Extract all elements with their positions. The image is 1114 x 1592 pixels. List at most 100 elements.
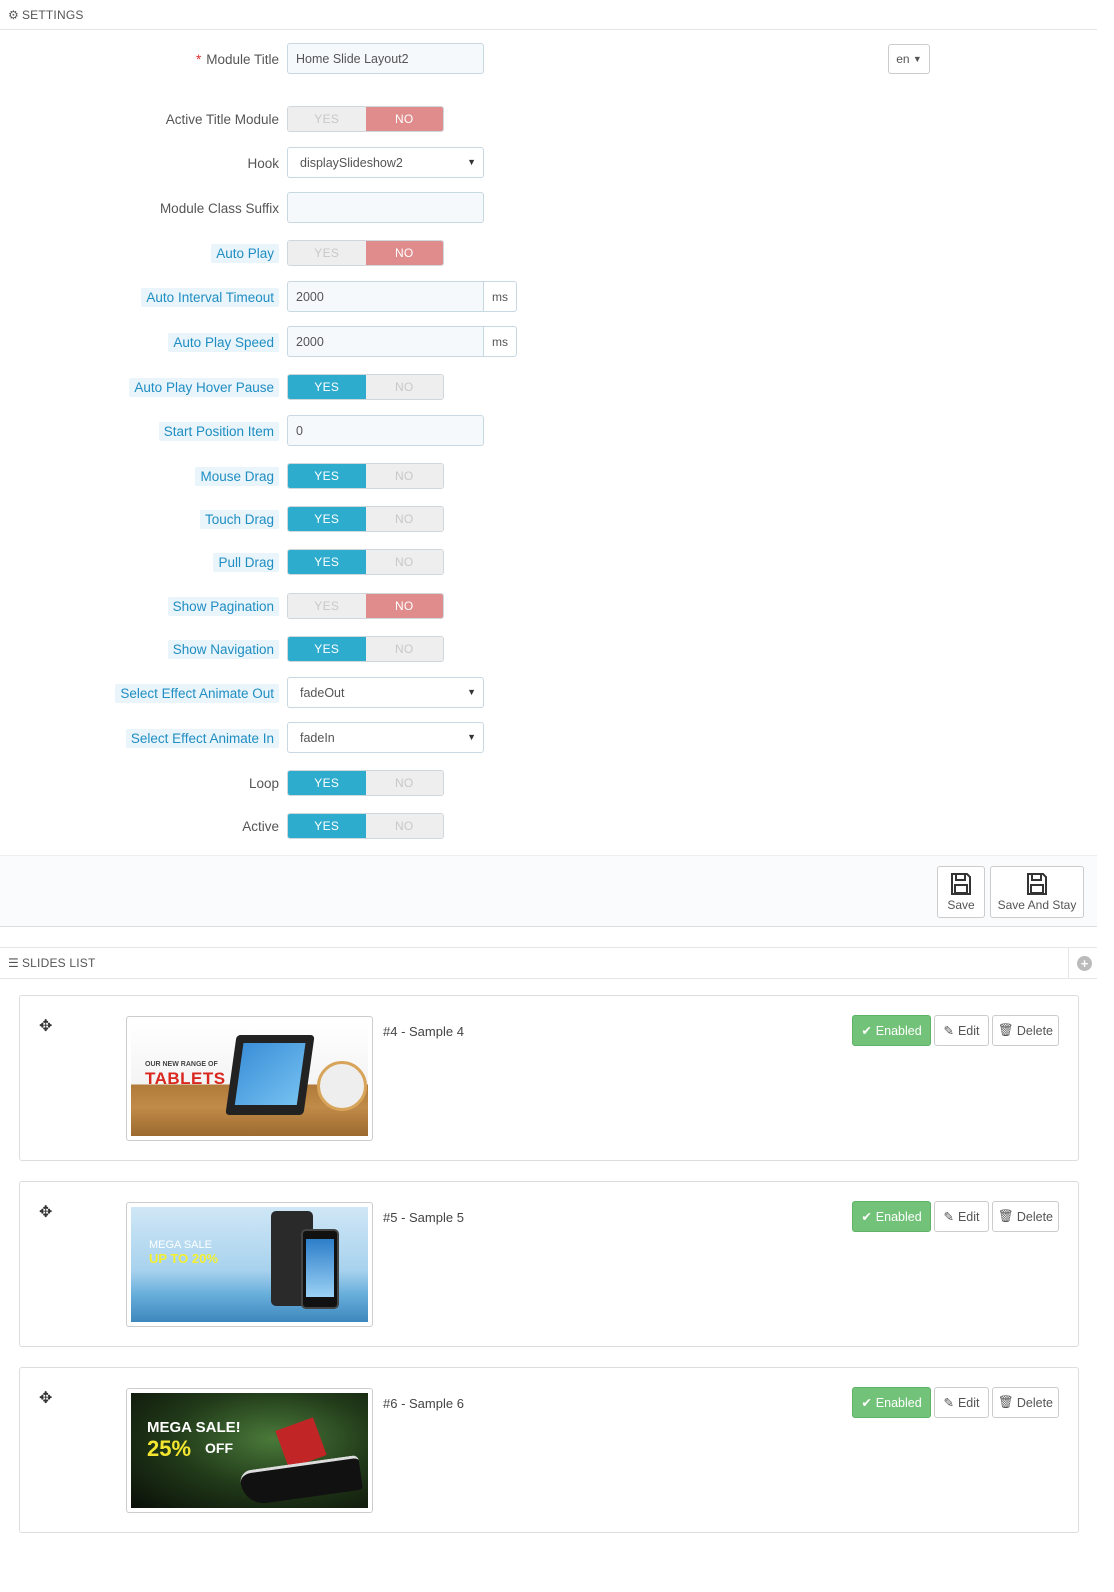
hook-label: Hook (247, 155, 279, 171)
module-title-input[interactable]: Home Slide Layout2 (287, 43, 484, 74)
heading-divider (1068, 947, 1069, 979)
slide-card: ✥ OUR NEW RANGE OF TABLETS #4 - Sample 4… (19, 995, 1079, 1161)
active-toggle[interactable]: YES NO (287, 813, 444, 839)
shoe-graphic (239, 1454, 363, 1507)
enabled-button[interactable]: ✔ Enabled (852, 1201, 931, 1232)
edit-icon: ✎ (943, 1210, 954, 1224)
check-icon: ✔ (861, 1210, 872, 1224)
toggle-no[interactable]: NO (365, 814, 443, 838)
edit-icon: ✎ (943, 1024, 954, 1038)
mouse-drag-toggle[interactable]: YES NO (287, 463, 444, 489)
trash-icon: 🗑 (997, 1209, 1014, 1223)
row-effect-out: Select Effect Animate Out fadeOut ▼ (0, 677, 1097, 709)
toggle-no[interactable]: NO (365, 771, 443, 795)
language-dropdown[interactable]: en ▼ (888, 44, 930, 74)
delete-button[interactable]: 🗑 Delete (992, 1387, 1059, 1418)
phone-front-graphic (301, 1229, 339, 1309)
row-module-title: * Module Title Home Slide Layout2 (0, 43, 1097, 75)
trash-icon: 🗑 (997, 1023, 1014, 1037)
effect-in-select[interactable]: fadeIn ▼ (287, 722, 484, 753)
enabled-button[interactable]: ✔ Enabled (852, 1015, 931, 1046)
toggle-no[interactable]: NO (365, 594, 443, 618)
floppy-disk-icon (951, 873, 971, 895)
edit-button[interactable]: ✎ Edit (934, 1387, 989, 1418)
mouse-drag-label: Mouse Drag (195, 460, 279, 492)
loop-toggle[interactable]: YES NO (287, 770, 444, 796)
auto-play-toggle[interactable]: YES NO (287, 240, 444, 266)
toggle-yes[interactable]: YES (288, 594, 366, 618)
row-hover-pause: Auto Play Hover Pause YES NO (0, 371, 1097, 403)
toggle-no[interactable]: NO (365, 507, 443, 531)
edit-button[interactable]: ✎ Edit (934, 1015, 989, 1046)
row-auto-speed: Auto Play Speed 2000 ms (0, 326, 1097, 358)
toggle-yes[interactable]: YES (288, 107, 366, 131)
toggle-no[interactable]: NO (365, 107, 443, 131)
save-button[interactable]: Save (937, 866, 985, 918)
auto-interval-input[interactable]: 2000 (287, 281, 484, 312)
move-icon[interactable]: ✥ (39, 1202, 52, 1222)
trash-icon: 🗑 (997, 1395, 1014, 1409)
toggle-yes[interactable]: YES (288, 550, 366, 574)
row-active-title-module: Active Title Module YES NO (0, 103, 1097, 135)
toggle-no[interactable]: NO (365, 637, 443, 661)
active-title-module-toggle[interactable]: YES NO (287, 106, 444, 132)
toggle-yes[interactable]: YES (288, 464, 366, 488)
row-start-position: Start Position Item 0 (0, 415, 1097, 447)
toggle-no[interactable]: NO (365, 241, 443, 265)
show-navigation-toggle[interactable]: YES NO (287, 636, 444, 662)
toggle-no[interactable]: NO (365, 464, 443, 488)
slide-title: #6 - Sample 6 (383, 1396, 464, 1411)
toggle-yes[interactable]: YES (288, 375, 366, 399)
slide-thumbnail: MEGA SALE UP TO 20% (126, 1202, 373, 1327)
row-hook: Hook displaySlideshow2 ▼ (0, 147, 1097, 179)
auto-speed-label: Auto Play Speed (168, 326, 279, 358)
start-position-label: Start Position Item (158, 415, 279, 447)
hook-select[interactable]: displaySlideshow2 ▼ (287, 147, 484, 178)
settings-panel-heading: ⚙ SETTINGS (0, 0, 1097, 30)
row-active: Active YES NO (0, 810, 1097, 842)
edit-button[interactable]: ✎ Edit (934, 1201, 989, 1232)
show-pagination-toggle[interactable]: YES NO (287, 593, 444, 619)
toggle-yes[interactable]: YES (288, 637, 366, 661)
row-touch-drag: Touch Drag YES NO (0, 503, 1097, 535)
enabled-button[interactable]: ✔ Enabled (852, 1387, 931, 1418)
loop-label: Loop (248, 775, 279, 791)
delete-button[interactable]: 🗑 Delete (992, 1015, 1059, 1046)
row-pull-drag: Pull Drag YES NO (0, 546, 1097, 578)
effect-out-label: Select Effect Animate Out (115, 677, 279, 709)
touch-drag-label: Touch Drag (199, 503, 279, 535)
move-icon[interactable]: ✥ (39, 1388, 52, 1408)
active-label: Active (242, 818, 279, 834)
slide-card: ✥ MEGA SALE UP TO 20% #5 - Sample 5 ✔ Ena… (19, 1181, 1079, 1347)
toggle-yes[interactable]: YES (288, 814, 366, 838)
caret-down-icon: ▼ (912, 54, 922, 64)
tablet-graphic (225, 1035, 315, 1115)
toggle-no[interactable]: NO (365, 375, 443, 399)
hover-pause-toggle[interactable]: YES NO (287, 374, 444, 400)
auto-speed-input[interactable]: 2000 (287, 326, 484, 357)
toggle-no[interactable]: NO (365, 550, 443, 574)
class-suffix-input[interactable] (287, 192, 484, 223)
row-auto-play: Auto Play YES NO (0, 237, 1097, 269)
row-mouse-drag: Mouse Drag YES NO (0, 460, 1097, 492)
gears-icon: ⚙ (8, 7, 19, 22)
thumb-caption-big: 25% (147, 1436, 192, 1461)
row-show-pagination: Show Pagination YES NO (0, 590, 1097, 622)
caret-down-icon: ▼ (467, 687, 476, 697)
add-slide-icon[interactable]: + (1077, 956, 1092, 971)
touch-drag-toggle[interactable]: YES NO (287, 506, 444, 532)
slide-thumbnail: MEGA SALE! 25% OFF (126, 1388, 373, 1513)
thumb-caption-small: MEGA SALE! (147, 1419, 241, 1436)
pull-drag-toggle[interactable]: YES NO (287, 549, 444, 575)
move-icon[interactable]: ✥ (39, 1016, 52, 1036)
ms-addon: ms (483, 281, 517, 312)
toggle-yes[interactable]: YES (288, 507, 366, 531)
active-title-module-label: Active Title Module (165, 111, 279, 127)
delete-button[interactable]: 🗑 Delete (992, 1201, 1059, 1232)
start-position-input[interactable]: 0 (287, 415, 484, 446)
toggle-yes[interactable]: YES (288, 241, 366, 265)
save-and-stay-button[interactable]: Save And Stay (990, 866, 1084, 918)
caret-down-icon: ▼ (467, 732, 476, 742)
toggle-yes[interactable]: YES (288, 771, 366, 795)
effect-out-select[interactable]: fadeOut ▼ (287, 677, 484, 708)
